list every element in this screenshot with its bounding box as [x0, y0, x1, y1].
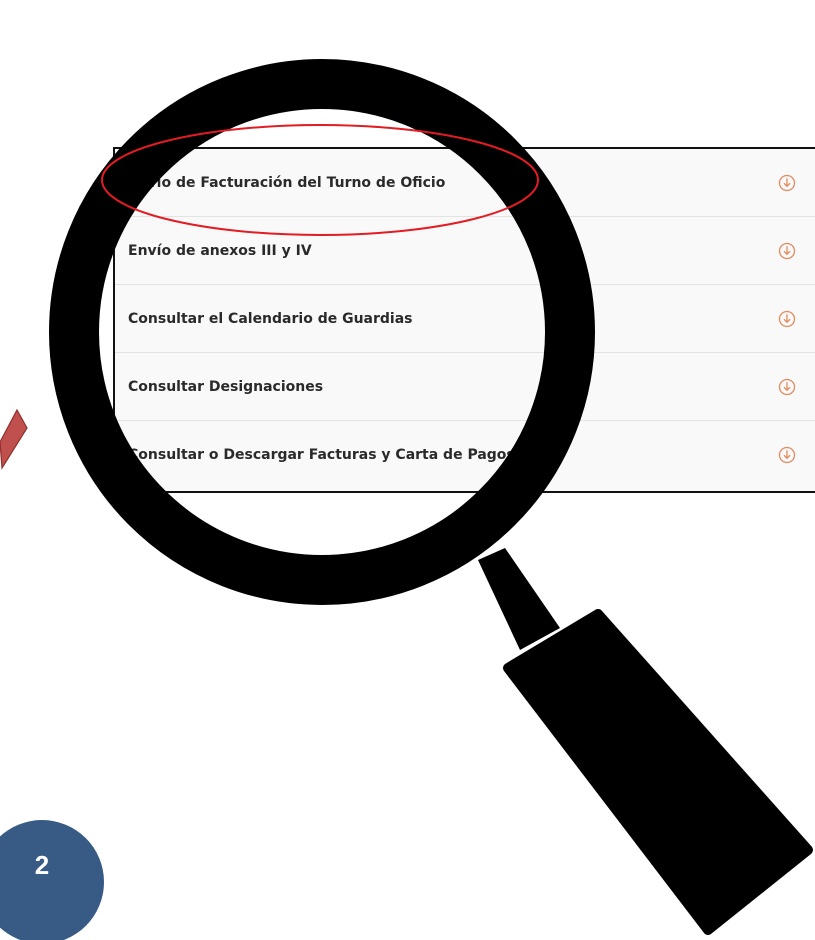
menu-item-calendario-guardias[interactable]: Consultar el Calendario de Guardias: [115, 285, 815, 353]
menu-item-label: Consultar el Calendario de Guardias: [128, 311, 413, 327]
download-circle-icon[interactable]: [778, 378, 796, 396]
menu-item-label: Envío de Facturación del Turno de Oficio: [128, 175, 446, 191]
menu-item-facturas-carta-pagos[interactable]: Consultar o Descargar Facturas y Carta d…: [115, 421, 815, 489]
menu-item-label: Consultar o Descargar Facturas y Carta d…: [128, 447, 515, 463]
download-circle-icon[interactable]: [778, 446, 796, 464]
download-circle-icon[interactable]: [778, 174, 796, 192]
menu-item-designaciones[interactable]: Consultar Designaciones: [115, 353, 815, 421]
step-number: 2: [34, 850, 50, 880]
step-badge: 2: [0, 820, 104, 940]
menu-item-envio-facturacion[interactable]: Envío de Facturación del Turno de Oficio: [115, 149, 815, 217]
menu-item-label: Consultar Designaciones: [128, 379, 324, 395]
menu-item-label: Envío de anexos III y IV: [128, 243, 312, 259]
download-circle-icon[interactable]: [778, 310, 796, 328]
stage: Envío de Facturación del Turno de Oficio…: [0, 0, 815, 940]
arrow-hint-icon: [0, 408, 28, 470]
menu-item-envio-anexos[interactable]: Envío de anexos III y IV: [115, 217, 815, 285]
magnifier-handle: [478, 548, 813, 935]
menu-panel: Envío de Facturación del Turno de Oficio…: [113, 147, 815, 493]
download-circle-icon[interactable]: [778, 242, 796, 260]
